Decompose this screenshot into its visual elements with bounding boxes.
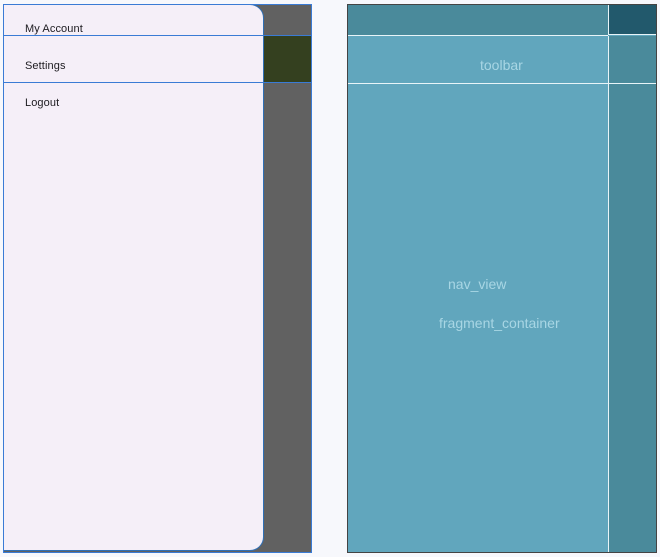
layout-editor-canvas: My Account Settings Logout toolbar nav_v… xyxy=(0,0,660,557)
blueprint-status-bar[interactable] xyxy=(348,5,608,36)
drawer-scrim[interactable] xyxy=(264,4,312,553)
toolbar-selection-bottom-edge xyxy=(3,82,312,83)
menu-item-label: Settings xyxy=(25,60,66,72)
menu-item-label: My Account xyxy=(25,23,83,35)
fragment-container-label: fragment_container xyxy=(439,315,560,331)
navigation-drawer: My Account Settings Logout xyxy=(3,4,264,551)
nav-view-label: nav_view xyxy=(448,276,507,292)
menu-item-label: Logout xyxy=(25,97,60,109)
toolbar-selection-top-edge xyxy=(3,35,312,36)
blueprint-toolbar-scrim[interactable] xyxy=(608,36,656,84)
blueprint-view-panel: toolbar nav_view fragment_container xyxy=(347,4,657,553)
menu-item-my-account[interactable]: My Account xyxy=(4,5,263,36)
menu-item-logout[interactable]: Logout xyxy=(4,84,263,120)
blueprint-toolbar[interactable] xyxy=(348,36,608,84)
menu-item-settings[interactable]: Settings xyxy=(4,36,263,84)
scrim-selected-region xyxy=(264,35,312,83)
blueprint-scrim-strip[interactable] xyxy=(608,84,656,552)
blueprint-status-bar-scrim[interactable] xyxy=(608,5,656,35)
design-view-panel: My Account Settings Logout xyxy=(3,4,312,553)
toolbar-view-label: toolbar xyxy=(480,57,523,73)
